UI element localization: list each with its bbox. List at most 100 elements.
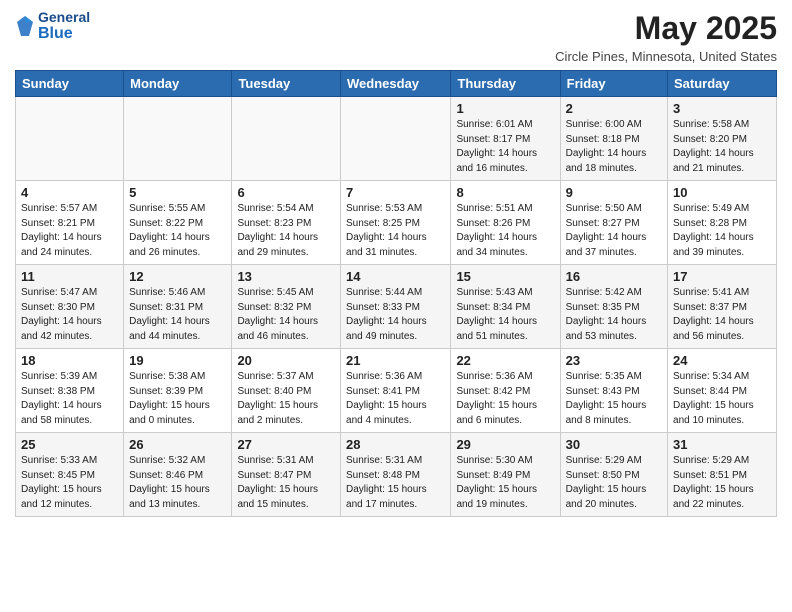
- day-number: 26: [129, 437, 226, 452]
- logo-general: General: [38, 10, 90, 25]
- day-number: 24: [673, 353, 771, 368]
- calendar-cell: 8 Sunrise: 5:51 AMSunset: 8:26 PMDaylight…: [451, 181, 560, 265]
- day-info: Sunrise: 6:00 AMSunset: 8:18 PMDaylight:…: [566, 118, 662, 176]
- day-info: Sunrise: 5:55 AMSunset: 8:22 PMDaylight:…: [129, 202, 226, 260]
- day-info: Sunrise: 5:57 AMSunset: 8:21 PMDaylight:…: [21, 202, 118, 260]
- calendar-cell: 13 Sunrise: 5:45 AMSunset: 8:32 PMDayligh…: [232, 265, 341, 349]
- day-number: 28: [346, 437, 445, 452]
- day-info: Sunrise: 5:34 AMSunset: 8:44 PMDaylight:…: [673, 370, 771, 428]
- calendar-cell: 12Sunrise: 5:46 AMSunset: 8:31 PMDayligh…: [124, 265, 232, 349]
- calendar-table: SundayMondayTuesdayWednesdayThursdayFrid…: [15, 70, 777, 517]
- day-number: 15: [456, 269, 554, 284]
- day-info: Sunrise: 5:51 AMSunset: 8:26 PMDaylight:…: [456, 202, 554, 260]
- logo-text: General Blue: [38, 10, 90, 43]
- day-info: Sunrise: 5:33 AMSunset: 8:45 PMDaylight:…: [21, 454, 118, 512]
- weekday-header-tuesday: Tuesday: [232, 71, 341, 97]
- calendar-cell: 4 Sunrise: 5:57 AMSunset: 8:21 PMDaylight…: [16, 181, 124, 265]
- calendar-cell: 5 Sunrise: 5:55 AMSunset: 8:22 PMDaylight…: [124, 181, 232, 265]
- day-info: Sunrise: 5:36 AMSunset: 8:41 PMDaylight:…: [346, 370, 445, 428]
- calendar-cell: 23 Sunrise: 5:35 AMSunset: 8:43 PMDayligh…: [560, 349, 667, 433]
- day-info: Sunrise: 5:29 AMSunset: 8:50 PMDaylight:…: [566, 454, 662, 512]
- weekday-header-sunday: Sunday: [16, 71, 124, 97]
- calendar-cell: 11Sunrise: 5:47 AMSunset: 8:30 PMDayligh…: [16, 265, 124, 349]
- weekday-header-saturday: Saturday: [668, 71, 777, 97]
- day-number: 2: [566, 101, 662, 116]
- calendar-cell: 1 Sunrise: 6:01 AMSunset: 8:17 PMDaylight…: [451, 97, 560, 181]
- day-number: 9: [566, 185, 662, 200]
- day-info: Sunrise: 5:58 AMSunset: 8:20 PMDaylight:…: [673, 118, 771, 176]
- calendar-cell: 10 Sunrise: 5:49 AMSunset: 8:28 PMDayligh…: [668, 181, 777, 265]
- logo-blue: Blue: [38, 25, 90, 43]
- day-info: Sunrise: 5:54 AMSunset: 8:23 PMDaylight:…: [237, 202, 335, 260]
- calendar-cell: 17Sunrise: 5:41 AMSunset: 8:37 PMDayligh…: [668, 265, 777, 349]
- calendar-cell: 16Sunrise: 5:42 AMSunset: 8:35 PMDayligh…: [560, 265, 667, 349]
- calendar-cell: 14 Sunrise: 5:44 AMSunset: 8:33 PMDayligh…: [341, 265, 451, 349]
- week-row-3: 11Sunrise: 5:47 AMSunset: 8:30 PMDayligh…: [16, 265, 777, 349]
- day-info: Sunrise: 5:49 AMSunset: 8:28 PMDaylight:…: [673, 202, 771, 260]
- day-number: 14: [346, 269, 445, 284]
- calendar-cell: 9 Sunrise: 5:50 AMSunset: 8:27 PMDaylight…: [560, 181, 667, 265]
- calendar-cell: 15Sunrise: 5:43 AMSunset: 8:34 PMDayligh…: [451, 265, 560, 349]
- day-info: Sunrise: 5:31 AMSunset: 8:48 PMDaylight:…: [346, 454, 445, 512]
- calendar-cell: 6 Sunrise: 5:54 AMSunset: 8:23 PMDaylight…: [232, 181, 341, 265]
- calendar-cell: 2 Sunrise: 6:00 AMSunset: 8:18 PMDaylight…: [560, 97, 667, 181]
- calendar-cell: 21 Sunrise: 5:36 AMSunset: 8:41 PMDayligh…: [341, 349, 451, 433]
- day-number: 31: [673, 437, 771, 452]
- day-info: Sunrise: 5:45 AMSunset: 8:32 PMDaylight:…: [237, 286, 335, 344]
- day-info: Sunrise: 5:38 AMSunset: 8:39 PMDaylight:…: [129, 370, 226, 428]
- calendar-cell: [124, 97, 232, 181]
- day-number: 20: [237, 353, 335, 368]
- calendar-cell: 3 Sunrise: 5:58 AMSunset: 8:20 PMDaylight…: [668, 97, 777, 181]
- day-number: 3: [673, 101, 771, 116]
- week-row-2: 4 Sunrise: 5:57 AMSunset: 8:21 PMDaylight…: [16, 181, 777, 265]
- day-number: 13: [237, 269, 335, 284]
- day-number: 30: [566, 437, 662, 452]
- calendar-cell: 25 Sunrise: 5:33 AMSunset: 8:45 PMDayligh…: [16, 433, 124, 517]
- day-info: Sunrise: 5:50 AMSunset: 8:27 PMDaylight:…: [566, 202, 662, 260]
- weekday-header-wednesday: Wednesday: [341, 71, 451, 97]
- location: Circle Pines, Minnesota, United States: [555, 49, 777, 64]
- day-number: 18: [21, 353, 118, 368]
- calendar-cell: 18Sunrise: 5:39 AMSunset: 8:38 PMDayligh…: [16, 349, 124, 433]
- day-number: 12: [129, 269, 226, 284]
- calendar-cell: 30 Sunrise: 5:29 AMSunset: 8:50 PMDayligh…: [560, 433, 667, 517]
- day-info: Sunrise: 5:53 AMSunset: 8:25 PMDaylight:…: [346, 202, 445, 260]
- header: General Blue May 2025 Circle Pines, Minn…: [15, 10, 777, 64]
- day-info: Sunrise: 5:32 AMSunset: 8:46 PMDaylight:…: [129, 454, 226, 512]
- calendar-cell: 29Sunrise: 5:30 AMSunset: 8:49 PMDayligh…: [451, 433, 560, 517]
- day-info: Sunrise: 5:44 AMSunset: 8:33 PMDaylight:…: [346, 286, 445, 344]
- weekday-header-row: SundayMondayTuesdayWednesdayThursdayFrid…: [16, 71, 777, 97]
- calendar-cell: 19 Sunrise: 5:38 AMSunset: 8:39 PMDayligh…: [124, 349, 232, 433]
- day-number: 25: [21, 437, 118, 452]
- day-number: 8: [456, 185, 554, 200]
- day-number: 22: [456, 353, 554, 368]
- calendar-cell: 26 Sunrise: 5:32 AMSunset: 8:46 PMDayligh…: [124, 433, 232, 517]
- week-row-5: 25 Sunrise: 5:33 AMSunset: 8:45 PMDayligh…: [16, 433, 777, 517]
- day-number: 5: [129, 185, 226, 200]
- title-block: May 2025 Circle Pines, Minnesota, United…: [555, 10, 777, 64]
- day-number: 17: [673, 269, 771, 284]
- month-title: May 2025: [555, 10, 777, 47]
- day-info: Sunrise: 5:37 AMSunset: 8:40 PMDaylight:…: [237, 370, 335, 428]
- day-number: 23: [566, 353, 662, 368]
- day-info: Sunrise: 6:01 AMSunset: 8:17 PMDaylight:…: [456, 118, 554, 176]
- calendar-cell: 24 Sunrise: 5:34 AMSunset: 8:44 PMDayligh…: [668, 349, 777, 433]
- day-info: Sunrise: 5:35 AMSunset: 8:43 PMDaylight:…: [566, 370, 662, 428]
- day-number: 10: [673, 185, 771, 200]
- calendar-cell: 22Sunrise: 5:36 AMSunset: 8:42 PMDayligh…: [451, 349, 560, 433]
- day-info: Sunrise: 5:30 AMSunset: 8:49 PMDaylight:…: [456, 454, 554, 512]
- day-number: 6: [237, 185, 335, 200]
- day-number: 19: [129, 353, 226, 368]
- calendar-cell: 28 Sunrise: 5:31 AMSunset: 8:48 PMDayligh…: [341, 433, 451, 517]
- logo-icon: [15, 14, 35, 38]
- day-number: 16: [566, 269, 662, 284]
- calendar-cell: [232, 97, 341, 181]
- day-number: 4: [21, 185, 118, 200]
- calendar-cell: 31 Sunrise: 5:29 AMSunset: 8:51 PMDayligh…: [668, 433, 777, 517]
- day-number: 21: [346, 353, 445, 368]
- calendar-cell: [16, 97, 124, 181]
- day-number: 1: [456, 101, 554, 116]
- day-info: Sunrise: 5:29 AMSunset: 8:51 PMDaylight:…: [673, 454, 771, 512]
- calendar-cell: 7Sunrise: 5:53 AMSunset: 8:25 PMDaylight…: [341, 181, 451, 265]
- page-container: General Blue May 2025 Circle Pines, Minn…: [0, 0, 792, 527]
